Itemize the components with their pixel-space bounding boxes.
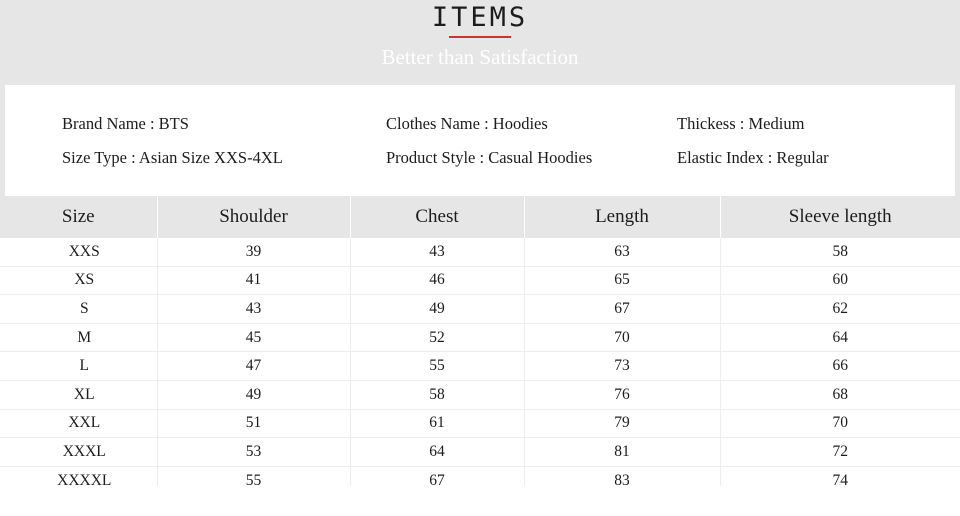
page-title: ITEMS [431,2,529,33]
cell-chest: 46 [350,266,525,296]
cell-length: 76 [524,380,721,410]
cell-shoulder: 53 [157,437,351,467]
cell-chest: 43 [350,238,525,267]
cell-chest: 61 [350,409,525,439]
table-row: XXL 51 61 79 70 [0,409,960,439]
product-info-column-1: Brand Name : BTS Size Type : Asian Size … [62,107,283,175]
cell-shoulder: 45 [157,323,351,353]
info-product-style: Product Style : Casual Hoodies [386,148,593,167]
cell-size: XXS [0,238,158,267]
column-header-size: Size [0,196,158,238]
size-chart-page: ITEMS Better than Satisfaction Brand Nam… [0,0,960,516]
table-body: XXS 39 43 63 58 XS 41 46 65 60 S 43 49 6… [0,238,960,496]
cell-sleeve: 68 [720,380,960,410]
column-header-sleeve-length: Sleeve length [720,196,960,238]
column-header-length: Length [524,196,721,238]
info-size-type: Size Type : Asian Size XXS-4XL [62,148,283,167]
product-info-column-2: Clothes Name : Hoodies Product Style : C… [386,107,592,175]
table-header-row: Size Shoulder Chest Length Sleeve length [0,196,960,238]
table-row: XXS 39 43 63 58 [0,238,960,267]
cell-shoulder: 47 [157,351,351,381]
page-subtitle: Better than Satisfaction [381,45,579,69]
column-header-shoulder: Shoulder [157,196,351,238]
cell-chest: 58 [350,380,525,410]
info-clothes-name: Clothes Name : Hoodies [386,114,548,133]
cell-chest: 52 [350,323,525,353]
cell-shoulder: 51 [157,409,351,439]
info-brand-name: Brand Name : BTS [62,114,189,133]
product-info-panel: Brand Name : BTS Size Type : Asian Size … [5,85,955,196]
product-info-grid: Brand Name : BTS Size Type : Asian Size … [5,85,955,196]
cell-length: 65 [524,266,721,296]
cell-chest: 64 [350,437,525,467]
cell-length: 70 [524,323,721,353]
cell-size: XL [0,380,158,410]
table-row: L 47 55 73 66 [0,351,960,381]
cell-size: XXL [0,409,158,439]
column-header-chest: Chest [350,196,525,238]
cell-length: 79 [524,409,721,439]
table-row: XXXL 53 64 81 72 [0,437,960,467]
cell-shoulder: 39 [157,238,351,267]
cell-sleeve: 72 [720,437,960,467]
cell-sleeve: 62 [720,294,960,324]
cell-sleeve: 64 [720,323,960,353]
product-info-column-3: Thickess : Medium Elastic Index : Regula… [677,107,829,175]
cell-shoulder: 43 [157,294,351,324]
cell-shoulder: 41 [157,266,351,296]
table-header: Size Shoulder Chest Length Sleeve length [0,196,960,238]
size-chart-table: Size Shoulder Chest Length Sleeve length… [0,196,960,496]
cell-sleeve: 66 [720,351,960,381]
table-bottom-spacer [0,486,960,516]
table-row: XS 41 46 65 60 [0,266,960,296]
cell-length: 81 [524,437,721,467]
table-row: M 45 52 70 64 [0,323,960,353]
cell-size: XXXL [0,437,158,467]
cell-size: XS [0,266,158,296]
info-thickness: Thickess : Medium [677,114,805,133]
cell-chest: 55 [350,351,525,381]
cell-size: S [0,294,158,324]
banner: ITEMS Better than Satisfaction [0,0,960,85]
table-row: XL 49 58 76 68 [0,380,960,410]
cell-shoulder: 49 [157,380,351,410]
cell-sleeve: 70 [720,409,960,439]
cell-size: M [0,323,158,353]
cell-length: 63 [524,238,721,267]
cell-chest: 49 [350,294,525,324]
cell-sleeve: 60 [720,266,960,296]
cell-sleeve: 58 [720,238,960,267]
cell-length: 67 [524,294,721,324]
cell-size: L [0,351,158,381]
info-elastic-index: Elastic Index : Regular [677,148,829,167]
table-row: S 43 49 67 62 [0,294,960,324]
cell-length: 73 [524,351,721,381]
